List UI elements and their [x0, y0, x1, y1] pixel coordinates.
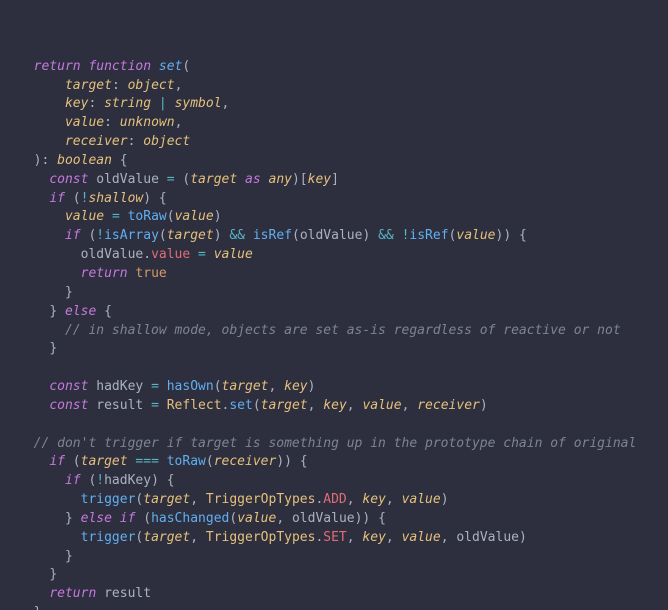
code-block: return function set( target: object, key… — [18, 58, 650, 610]
code-editor: return function set( target: object, key… — [0, 0, 668, 610]
